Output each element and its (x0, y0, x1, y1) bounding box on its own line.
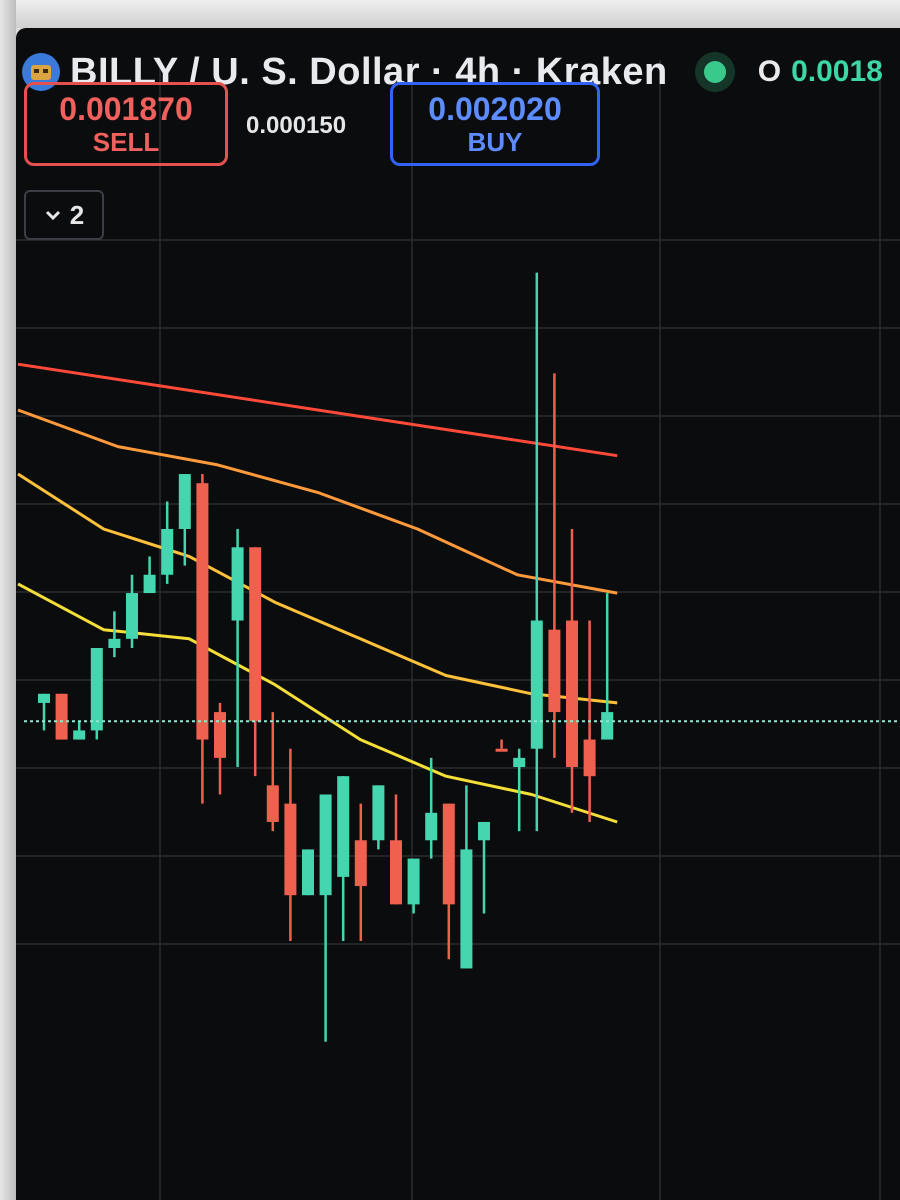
candle-body (161, 528, 174, 575)
candle-body (38, 693, 50, 703)
buy-label: BUY (467, 127, 523, 157)
buy-button[interactable]: 0.002020 BUY (390, 82, 600, 166)
candle (196, 474, 209, 804)
candle (319, 794, 332, 1042)
candle (284, 748, 297, 941)
candle-body (249, 547, 262, 722)
candle (178, 474, 191, 566)
candle (302, 849, 314, 896)
candle (38, 693, 50, 731)
candle-body (425, 812, 438, 841)
candle-body (73, 730, 86, 740)
candle-body (108, 638, 121, 648)
candle-body (126, 593, 138, 639)
candle (530, 272, 543, 832)
candle (161, 501, 174, 584)
candle-body (178, 474, 191, 529)
candle (108, 611, 121, 658)
candle-body (284, 803, 297, 896)
moving-average-lines (17, 362, 618, 824)
candle-body (196, 483, 209, 740)
candle (566, 528, 578, 813)
candlestick-series (38, 272, 614, 1042)
chevron-down-icon (45, 210, 60, 221)
ohlc-open-label: O (757, 55, 782, 88)
candle-body (566, 620, 578, 768)
market-open-dot (703, 61, 726, 83)
candle-body (601, 712, 614, 740)
candle-body (513, 757, 526, 768)
candle (73, 721, 86, 740)
price-chart[interactable] (0, 0, 900, 1200)
candle-body (354, 840, 367, 887)
candle (601, 593, 614, 740)
candle (372, 785, 385, 850)
buy-price: 0.002020 (428, 91, 562, 127)
chart-grid (16, 60, 900, 1200)
candle-body (583, 739, 596, 777)
ohlc-open-value: 0.0018 (791, 55, 883, 88)
candle (390, 794, 402, 905)
candle-body (407, 858, 420, 905)
indicator-count: 2 (69, 199, 85, 230)
candle-body (266, 785, 279, 822)
sell-label: SELL (92, 127, 160, 157)
candle (495, 739, 508, 752)
candle-body (530, 620, 543, 749)
candle (249, 547, 262, 777)
candle-body (390, 840, 402, 905)
candle (407, 858, 420, 914)
candle (126, 574, 138, 648)
candle (478, 821, 490, 914)
candle-body (231, 547, 244, 621)
candle-body (460, 849, 473, 969)
candle-body (548, 629, 561, 713)
candle (460, 785, 473, 969)
candle-body (90, 648, 103, 731)
candle-body (442, 803, 455, 905)
candle (337, 776, 350, 941)
candle-body (495, 748, 508, 752)
candle (143, 556, 156, 594)
candle-body (302, 849, 314, 896)
candle-body (372, 785, 385, 841)
candle-body (143, 574, 156, 594)
candle (354, 803, 367, 941)
candle (90, 648, 103, 740)
candle-body (337, 776, 350, 877)
indicators-toggle-button[interactable]: 2 (24, 190, 104, 240)
sell-price: 0.001870 (59, 91, 193, 127)
candle (214, 702, 226, 795)
moving-average-line-3 (17, 472, 618, 705)
candle (55, 693, 68, 740)
moving-average-line-2 (17, 408, 618, 595)
candle-body (214, 712, 226, 758)
candle (266, 712, 279, 832)
sell-button[interactable]: 0.001870 SELL (24, 82, 228, 166)
candle-body (319, 794, 332, 896)
candle (548, 373, 561, 758)
spread-value: 0.000150 (246, 112, 347, 139)
candle (442, 803, 455, 960)
candle-body (478, 821, 490, 841)
candle-body (55, 693, 68, 740)
candle (231, 528, 244, 768)
